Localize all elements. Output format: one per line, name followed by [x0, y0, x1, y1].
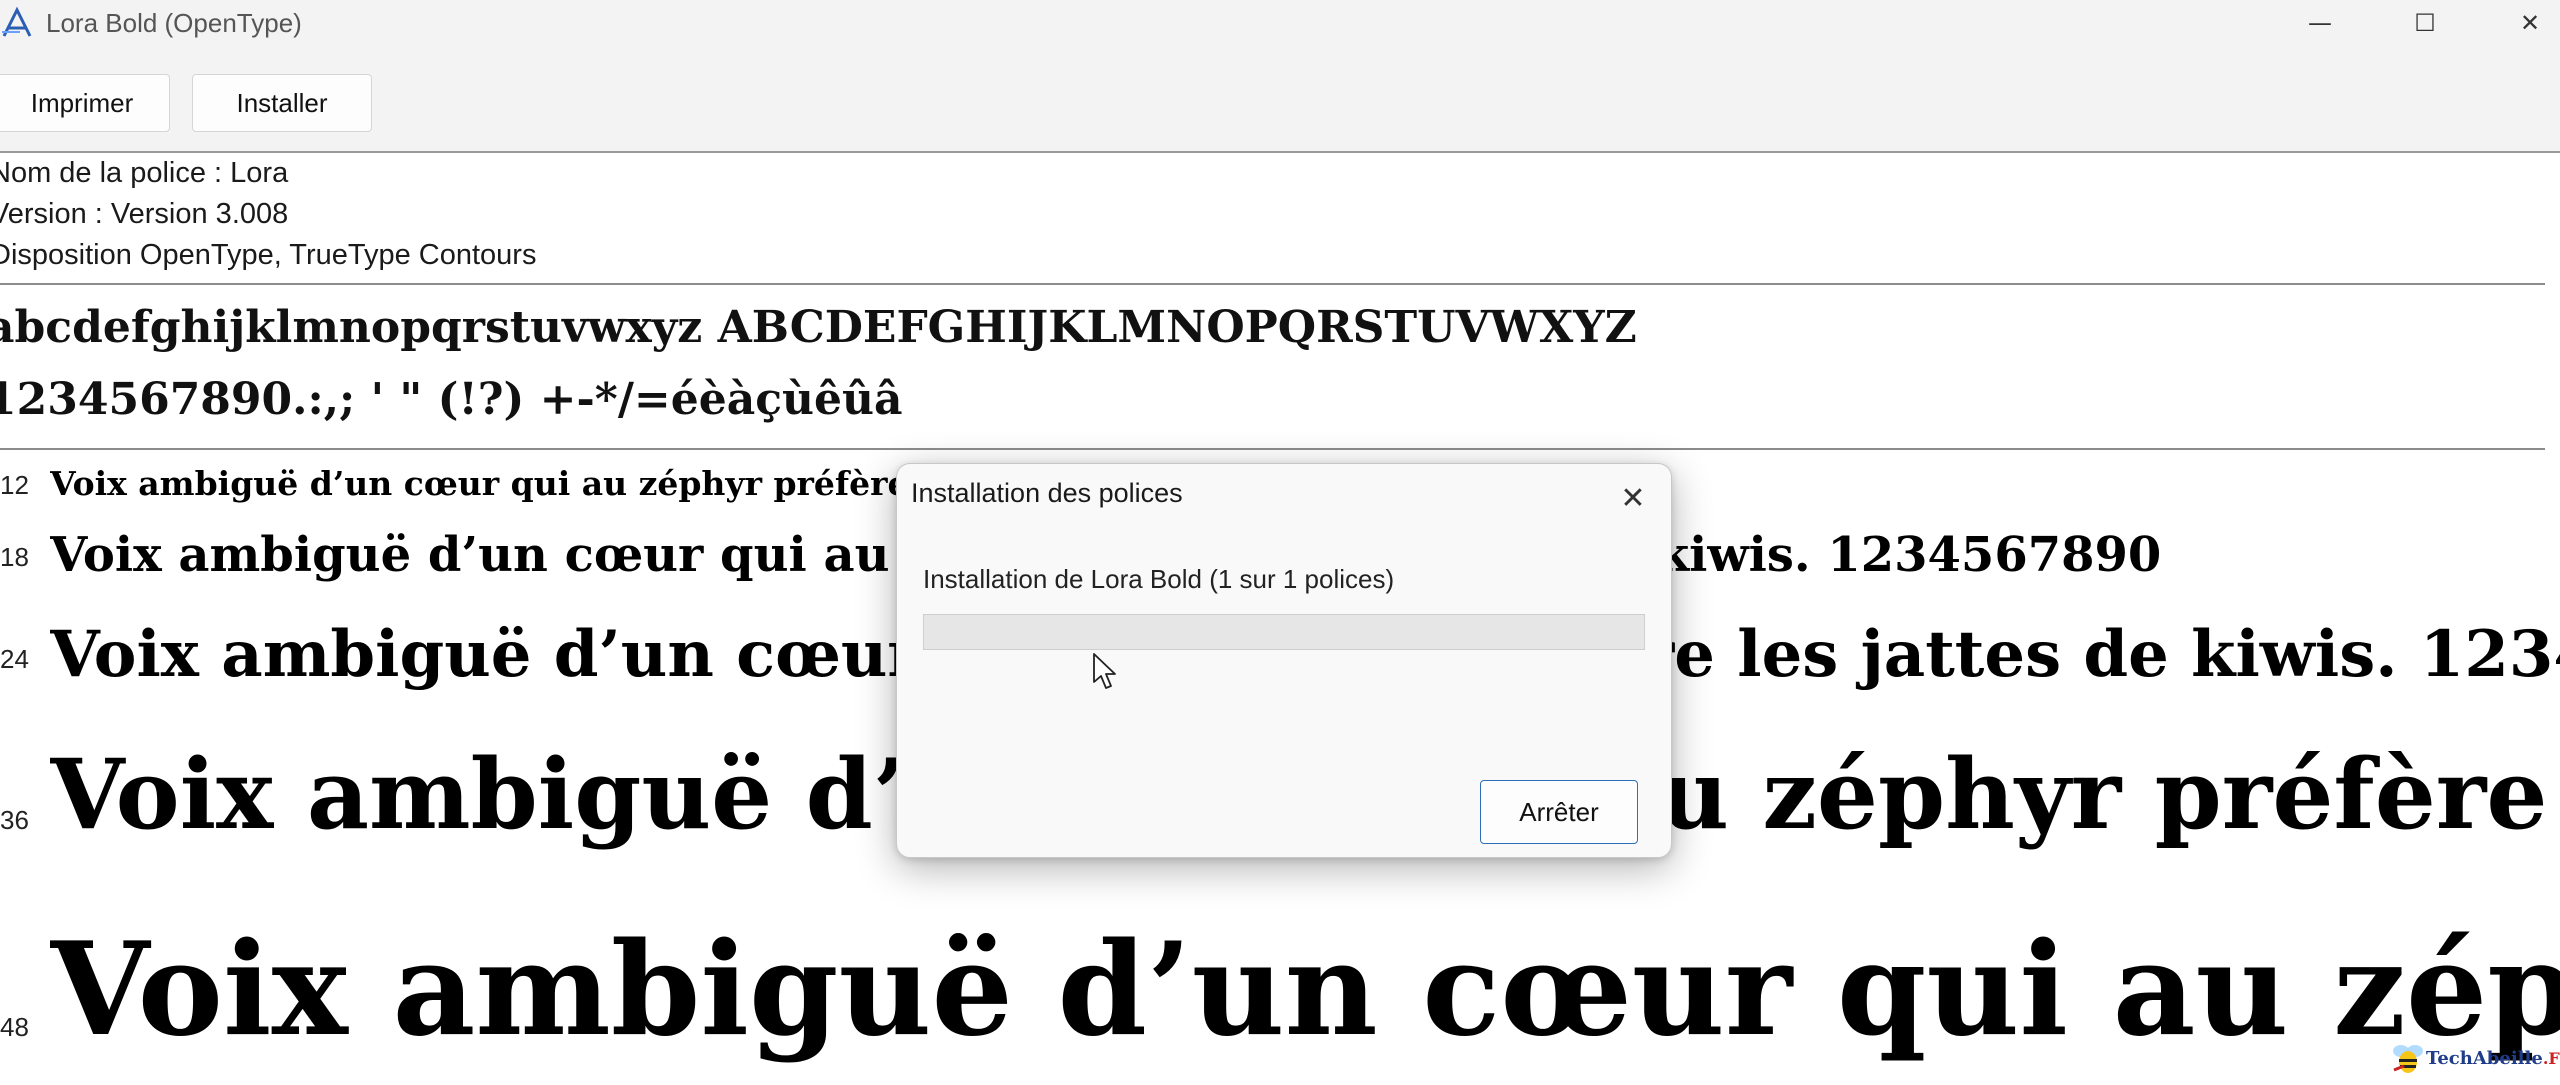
watermark-brand: TechAbeille: [2426, 1047, 2543, 1069]
font-viewer-app-icon: [0, 6, 34, 40]
toolbar: Imprimer Installer: [0, 50, 2560, 153]
window-title: Lora Bold (OpenType): [46, 8, 302, 38]
font-info: Nom de la police : Lora Version : Versio…: [0, 153, 2550, 276]
install-progress-bar: [923, 614, 1645, 650]
sample-size-label: 18: [0, 542, 29, 572]
font-name-line: Nom de la police : Lora: [0, 157, 289, 189]
print-button[interactable]: Imprimer: [0, 74, 170, 132]
sample-size-label: 12: [0, 470, 29, 500]
character-set-preview: abcdefghijklmnopqrstuvwxyz ABCDEFGHIJKLM…: [0, 292, 2560, 436]
sample-size-label: 48: [0, 1012, 29, 1042]
divider: [0, 283, 2545, 285]
stop-button[interactable]: Arrêter: [1480, 780, 1638, 844]
mouse-pointer-icon: [1093, 653, 1116, 689]
sample-size-label: 36: [0, 805, 29, 835]
dialog-close-icon[interactable]: ✕: [1613, 478, 1653, 518]
minimize-icon[interactable]: —: [2285, 0, 2355, 46]
bee-logo-icon: [2393, 1045, 2423, 1073]
font-install-dialog: Installation des polices ✕ Installation …: [896, 463, 1672, 858]
dialog-title: Installation des polices: [911, 478, 1183, 508]
maximize-icon[interactable]: ☐: [2390, 0, 2460, 46]
charset-digits: 1234567890.:,; ' " (!?) +-*/=éèàçùêûâ: [0, 374, 903, 425]
watermark: TechAbeille .FR: [2390, 1040, 2560, 1076]
title-bar: Lora Bold (OpenType) — ☐ ✕: [0, 0, 2560, 51]
font-version-line: Version : Version 3.008: [0, 198, 289, 230]
charset-letters: abcdefghijklmnopqrstuvwxyz ABCDEFGHIJKLM…: [0, 302, 1637, 353]
watermark-tld: .FR: [2542, 1048, 2560, 1068]
font-layout-line: Disposition OpenType, TrueType Contours: [0, 239, 537, 271]
sample-size-label: 24: [0, 644, 29, 674]
divider: [0, 448, 2545, 450]
sample-text: Voix ambiguë d’un cœur qui au zéphyr pré…: [50, 915, 2560, 1065]
install-status-message: Installation de Lora Bold (1 sur 1 polic…: [923, 564, 1395, 594]
install-button[interactable]: Installer: [192, 74, 372, 132]
close-icon[interactable]: ✕: [2495, 0, 2560, 46]
